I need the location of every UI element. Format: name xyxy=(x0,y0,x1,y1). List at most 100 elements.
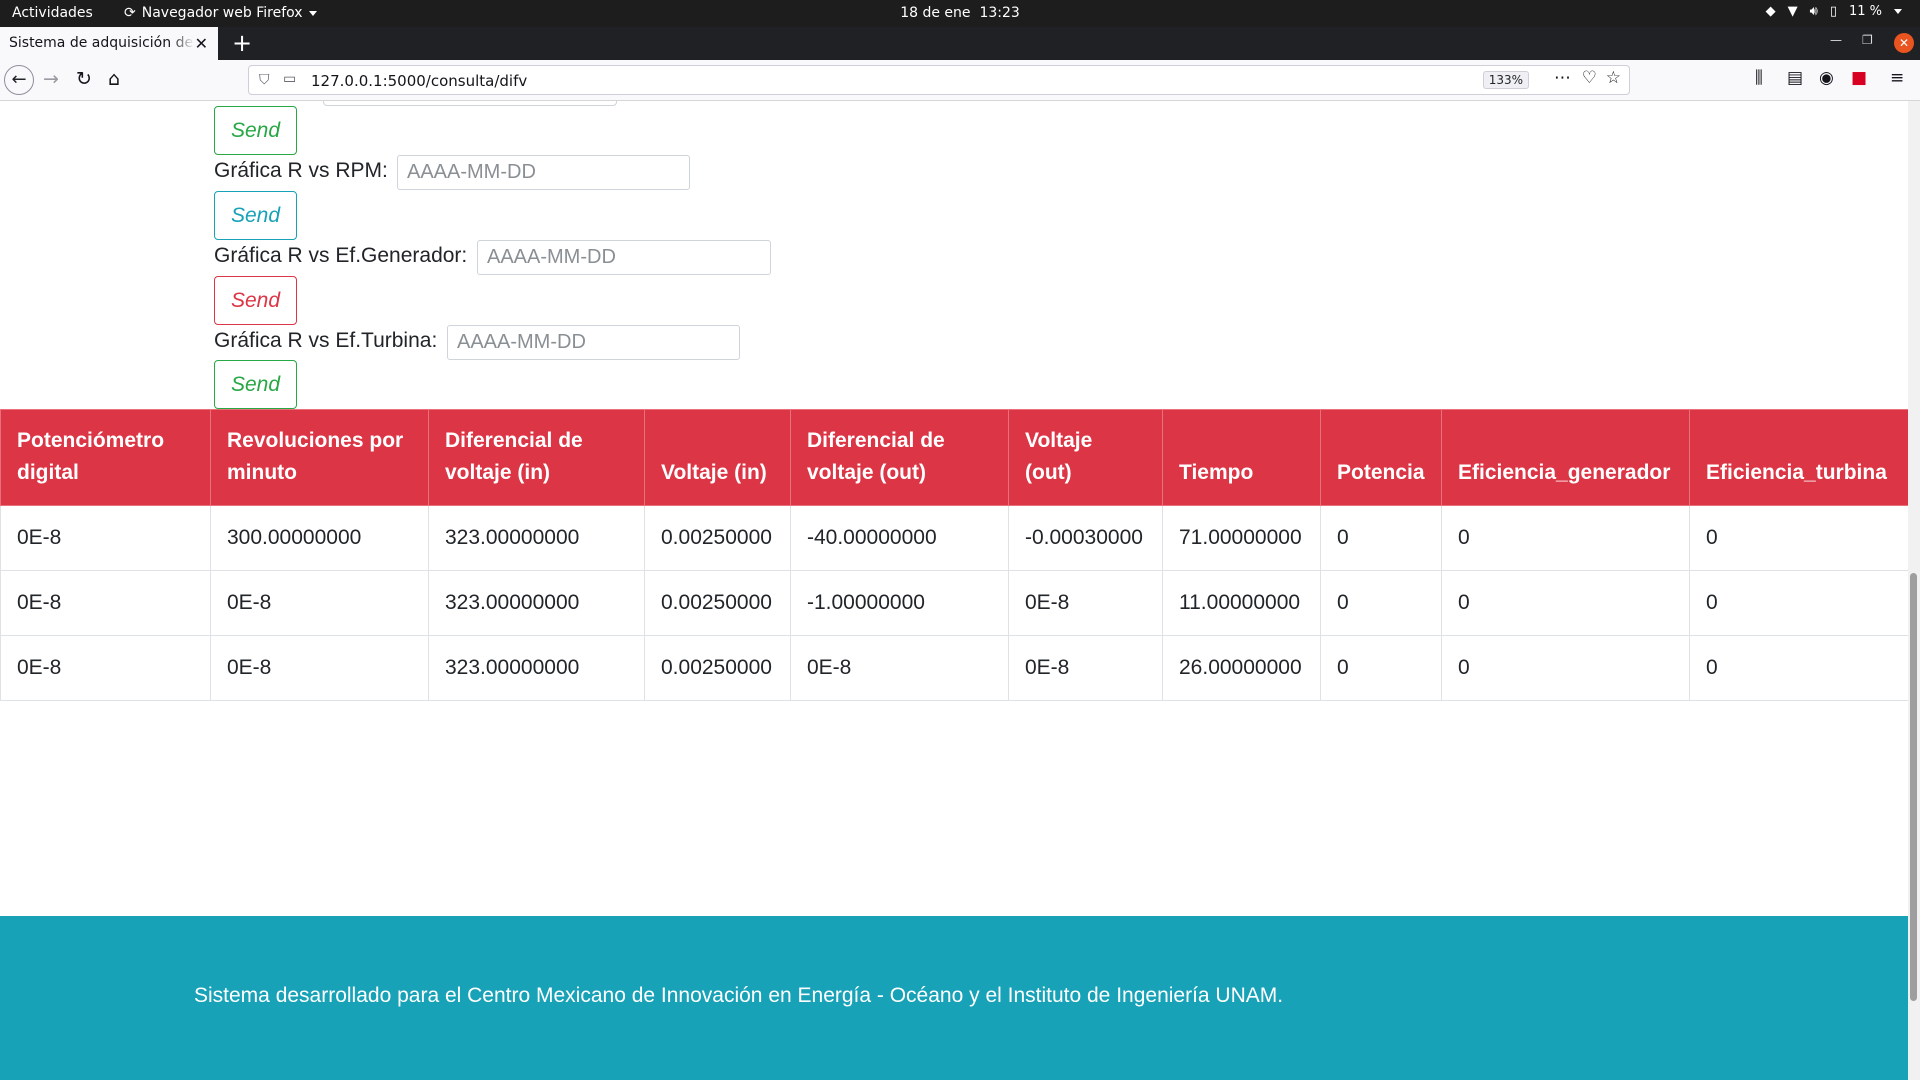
shield-icon[interactable]: ⛉ xyxy=(259,71,270,88)
send-button[interactable]: Send xyxy=(214,106,297,155)
table-cell: 0 xyxy=(1441,570,1690,636)
table-cell: 0 xyxy=(1320,570,1442,636)
table-cell: 0E-8 xyxy=(0,570,211,636)
close-icon[interactable]: ✕ xyxy=(195,34,208,53)
tab-strip: Sistema de adquisición de datos ✕ + — ❐ … xyxy=(0,27,1920,60)
back-button[interactable]: ← xyxy=(4,65,34,95)
table-cell: 0.00250000 xyxy=(644,570,791,636)
data-table: Potenciómetro digital Revoluciones por min… xyxy=(0,409,1908,701)
page-footer: Sistema desarrollado para el Centro Mexi… xyxy=(0,916,1908,1080)
table-cell: 0E-8 xyxy=(210,570,429,636)
column-header: Potencia xyxy=(1320,409,1442,506)
footer-text: Sistema desarrollado para el Centro Mexi… xyxy=(194,984,1284,1007)
table-cell: 11.00000000 xyxy=(1162,570,1321,636)
label-r-vs-ef-turbina: Gráfica R vs Ef.Turbina: xyxy=(214,329,438,352)
date-input-rpm[interactable] xyxy=(397,155,690,190)
table-cell: 0 xyxy=(1689,635,1908,701)
bookmark-star-icon[interactable]: ☆ xyxy=(1606,68,1621,88)
home-button[interactable]: ⌂ xyxy=(108,68,120,90)
tab-title: Sistema de adquisición de datos xyxy=(9,35,194,51)
minimize-icon[interactable]: — xyxy=(1830,33,1842,47)
chevron-down-icon xyxy=(1894,9,1902,14)
table-cell: 0 xyxy=(1689,505,1908,571)
column-header: Potenciómetro digital xyxy=(0,409,211,506)
pocket-icon[interactable]: ♡ xyxy=(1582,68,1597,88)
table-cell: 0 xyxy=(1320,505,1442,571)
table-cell: 0 xyxy=(1441,635,1690,701)
table-cell: 0.00250000 xyxy=(644,635,791,701)
new-tab-button[interactable]: + xyxy=(232,29,252,57)
reload-button[interactable]: ↻ xyxy=(76,68,92,90)
date-input-ef-turbina[interactable] xyxy=(447,325,740,360)
window-close-icon[interactable]: ✕ xyxy=(1894,33,1914,53)
column-header: Revoluciones por minuto xyxy=(210,409,429,506)
column-header: Eficiencia_generador xyxy=(1441,409,1690,506)
table-row: 0E-8 300.00000000 323.00000000 0.0025000… xyxy=(0,505,1908,571)
table-cell: -0.00030000 xyxy=(1008,505,1163,571)
table-cell: 0E-8 xyxy=(790,635,1009,701)
clock[interactable]: 18 de ene 13:23 xyxy=(900,5,1020,21)
table-row: 0E-8 0E-8 323.00000000 0.00250000 0E-8 0… xyxy=(0,635,1908,701)
date-input-ef-generador[interactable] xyxy=(477,240,771,275)
restore-icon[interactable]: ❐ xyxy=(1862,33,1873,47)
send-button-rpm[interactable]: Send xyxy=(214,191,297,240)
column-header: Diferencial de voltaje (in) xyxy=(428,409,645,506)
label-r-vs-ef-generador: Gráfica R vs Ef.Generador: xyxy=(214,244,468,267)
system-tray[interactable]: ◆ ▼ 🔊︎ ▯ 11 % xyxy=(1766,4,1902,19)
table-cell: 0E-8 xyxy=(1008,635,1163,701)
table-cell: 0 xyxy=(1320,635,1442,701)
column-header: Eficiencia_turbina xyxy=(1689,409,1908,506)
activities-button[interactable]: Actividades xyxy=(12,5,93,21)
account-icon[interactable]: ◉ xyxy=(1819,68,1834,88)
column-header: Voltaje (out) xyxy=(1008,409,1163,506)
table-cell: -1.00000000 xyxy=(790,570,1009,636)
table-cell: 0E-8 xyxy=(210,635,429,701)
forward-button[interactable]: → xyxy=(43,68,59,90)
clock-time: 13:23 xyxy=(979,5,1020,21)
column-header: Tiempo xyxy=(1162,409,1321,506)
page-content: Send Gráfica R vs RPM: Send Gráfica R vs… xyxy=(0,101,1908,1080)
navigation-bar: ← → ↻ ⌂ ⛉ ▭ 127.0.0.1:5000/consulta/difv… xyxy=(0,60,1920,101)
battery-level: 11 % xyxy=(1848,4,1882,19)
table-cell: 0E-8 xyxy=(0,505,211,571)
table-cell: 0 xyxy=(1689,570,1908,636)
table-cell: 0E-8 xyxy=(1008,570,1163,636)
table-cell: 323.00000000 xyxy=(428,505,645,571)
table-cell: 300.00000000 xyxy=(210,505,429,571)
table-cell: 26.00000000 xyxy=(1162,635,1321,701)
sidebar-icon[interactable]: ▤ xyxy=(1787,68,1803,88)
column-header: Voltaje (in) xyxy=(644,409,791,506)
send-button-ef-turbina[interactable]: Send xyxy=(214,360,297,409)
library-icon[interactable]: ⫼ xyxy=(1755,68,1763,88)
send-button-ef-generador[interactable]: Send xyxy=(214,276,297,325)
page-icon[interactable]: ▭ xyxy=(283,70,296,87)
tab-active[interactable]: Sistema de adquisición de datos ✕ xyxy=(0,27,218,60)
table-cell: 0E-8 xyxy=(0,635,211,701)
extension-icon[interactable]: ■ xyxy=(1851,68,1867,88)
scrollbar-thumb[interactable] xyxy=(1910,573,1917,1001)
url-bar[interactable]: ⛉ ▭ 127.0.0.1:5000/consulta/difv 133% ⋯ … xyxy=(248,65,1630,95)
table-cell: 0 xyxy=(1441,505,1690,571)
zoom-level[interactable]: 133% xyxy=(1482,71,1529,89)
menu-icon[interactable]: ≡ xyxy=(1890,68,1904,88)
battery-icon: ▯ xyxy=(1829,4,1837,19)
os-top-bar: Actividades ⟳ Navegador web Firefox 18 d… xyxy=(0,0,1920,27)
table-cell: -40.00000000 xyxy=(790,505,1009,571)
table-cell: 71.00000000 xyxy=(1162,505,1321,571)
url-text[interactable]: 127.0.0.1:5000/consulta/difv xyxy=(311,72,527,90)
label-r-vs-rpm: Gráfica R vs RPM: xyxy=(214,159,388,182)
volume-icon: 🔊︎ xyxy=(1809,4,1818,19)
table-cell: 0.00250000 xyxy=(644,505,791,571)
clock-date: 18 de ene xyxy=(900,5,971,21)
chevron-down-icon xyxy=(308,10,317,16)
dropbox-icon[interactable]: ◆ xyxy=(1766,4,1776,19)
table-cell: 323.00000000 xyxy=(428,570,645,636)
table-header-row: Potenciómetro digital Revoluciones por min… xyxy=(0,409,1908,506)
page-actions-icon[interactable]: ⋯ xyxy=(1554,68,1571,88)
date-input-partial[interactable] xyxy=(323,101,617,106)
app-menu[interactable]: ⟳ Navegador web Firefox xyxy=(124,5,317,21)
firefox-icon: ⟳ xyxy=(124,5,136,21)
wifi-icon: ▼ xyxy=(1787,4,1798,19)
column-header: Diferencial de voltaje (out) xyxy=(790,409,1009,506)
table-row: 0E-8 0E-8 323.00000000 0.00250000 -1.000… xyxy=(0,570,1908,636)
